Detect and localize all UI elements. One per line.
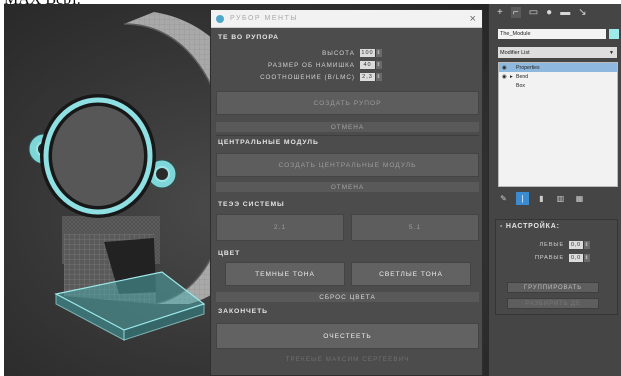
modify-tab-icon[interactable]: ⌐ [510,6,521,18]
stack-item-label: Bend [516,73,529,80]
divider [216,135,479,136]
right-spinner[interactable]: 0,0 ⇕ [569,254,590,262]
light-tones-button[interactable]: СВЕТЛЫЕ ТОНА [351,262,471,286]
spinner-arrows-icon[interactable]: ⇕ [375,73,382,81]
section-finish-title: ЗАКОНЧЕТЬ [218,308,268,315]
left-label: ЛЕВЫЕ [539,242,564,248]
tools-dialog: РУБОР МЕНТЫ × ТЕ ВО РУПОРА ВЫСОТА 100 ⇕ … [210,9,483,376]
remove-modifier-icon[interactable]: ▥ [554,192,567,205]
ratio-param: СООТНОШЕНИЕ (В/LMC) 2,3 ⇕ [260,73,382,81]
pin-stack-icon[interactable]: ✎ [497,192,510,205]
spinner-arrows-icon[interactable]: ⇕ [583,241,590,249]
ratio-value[interactable]: 2,3 [360,73,375,81]
utilities-tab-icon[interactable]: ↘ [578,7,586,18]
stack-item-bend[interactable]: ◉ ▸ Bend [499,72,617,81]
cancel-central-button[interactable]: ОТМЕНА [216,182,479,192]
stack-item-label: Box [516,82,525,89]
left-value[interactable]: 0,0 [569,241,583,249]
create-tab-icon[interactable]: + [497,7,503,18]
command-tabs: + ⌐ ▭ ● ▬ ↘ [489,4,621,20]
size-label: РАЗМЕР ОБ НАМИШКА [267,61,355,69]
system-5-1-button[interactable]: 5.1 [351,214,479,241]
author-footer: ТРЕКЕЫЕ МАКСИМ СЕРГЕЕВИЧ [285,355,410,363]
system-2-1-button[interactable]: 2.1 [216,214,344,241]
show-end-result-icon[interactable]: | [516,192,529,205]
rollout-title-text: НАСТРОЙКА: [505,223,560,230]
display-tab-icon[interactable]: ▬ [560,7,570,18]
rollout-collapse-icon[interactable]: - [500,223,503,230]
make-unique-icon[interactable]: ▮ [535,192,548,205]
eye-icon[interactable]: ◉ [502,74,510,80]
command-panel: + ⌐ ▭ ● ▬ ↘ The_Module Modifier List ▼ ◉… [488,4,621,376]
section-central-title: ЦЕНТРАЛЬНЫЕ МОДУЛЬ [218,139,319,146]
motion-tab-icon[interactable]: ● [546,7,552,18]
modifier-list-dropdown[interactable]: Modifier List ▼ [498,47,617,58]
settings-rollout: - НАСТРОЙКА: ЛЕВЫЕ 0,0 ⇕ ПРАВЫЕ 0,0 ⇕ ГР… [495,219,618,315]
ratio-spinner[interactable]: 2,3 ⇕ [360,73,382,81]
modifier-list-label: Modifier List [500,49,530,56]
object-name-field[interactable]: The_Module [498,29,606,39]
right-value[interactable]: 0,0 [569,254,583,262]
ungroup-button[interactable]: РАЗБИРИТЬ ДЕ [507,298,599,309]
eye-icon[interactable]: ◉ [502,65,510,71]
right-label: ПРАВЫЕ [534,255,564,261]
height-label: ВЫСОТА [322,49,355,57]
size-param: РАЗМЕР ОБ НАМИШКА 40 ⇕ [268,61,382,69]
left-spinner[interactable]: 0,0 ⇕ [569,241,590,249]
modifier-stack: ◉ Properties ◉ ▸ Bend Box [498,62,618,187]
section-rupor-title: ТЕ ВО РУПОРА [218,34,279,41]
create-central-button[interactable]: СОЗДАТЬ ЦЕНТРАЛЬНЫЕ МОДУЛЬ [216,153,479,177]
height-param: ВЫСОТА 100 ⇕ [322,49,382,57]
stack-toolbar: ✎ | ▮ ▥ ▦ [497,192,586,205]
reset-color-button[interactable]: СБРОС ЦВЕТА [216,292,479,302]
spinner-arrows-icon[interactable]: ⇕ [375,49,382,57]
spinner-arrows-icon[interactable]: ⇕ [583,254,590,262]
app-logo-icon [216,14,224,23]
left-param: ЛЕВЫЕ 0,0 ⇕ [539,241,590,249]
stack-item-label: Properties [516,64,540,71]
clear-button[interactable]: ОЧЕСТЕЕТЬ [216,323,479,349]
configure-sets-icon[interactable]: ▦ [573,192,586,205]
dialog-title: РУБОР МЕНТЫ [230,15,299,22]
height-spinner[interactable]: 100 ⇕ [360,49,382,57]
object-color-swatch[interactable] [609,29,619,39]
stack-item-box[interactable]: Box [499,81,617,90]
right-param: ПРАВЫЕ 0,0 ⇕ [535,254,590,262]
hierarchy-tab-icon[interactable]: ▭ [529,7,538,18]
create-rupor-button[interactable]: СОЗДАТЬ РУПОР [216,91,479,115]
dark-tones-button[interactable]: ТЕМНЫЕ ТОНА [225,262,345,286]
size-spinner[interactable]: 40 ⇕ [360,61,382,69]
section-system-title: ТЕЭЭ СИСТЕМЫ [218,201,285,208]
chevron-down-icon: ▼ [609,49,614,56]
size-value[interactable]: 40 [360,61,375,69]
group-button[interactable]: ГРУППИРОВАТЬ [507,282,599,293]
stack-item-properties[interactable]: ◉ Properties [499,63,617,72]
cancel-rupor-button[interactable]: ОТМЕНА [216,122,479,132]
section-color-title: ЦВЕТ [218,250,241,257]
dialog-titlebar[interactable]: РУБОР МЕНТЫ × [211,10,482,28]
height-value[interactable]: 100 [360,49,375,57]
rollout-title[interactable]: - НАСТРОЙКА: [496,220,617,233]
close-icon[interactable]: × [464,13,482,25]
spinner-arrows-icon[interactable]: ⇕ [375,61,382,69]
ratio-label: СООТНОШЕНИЕ (В/LMC) [260,73,355,81]
